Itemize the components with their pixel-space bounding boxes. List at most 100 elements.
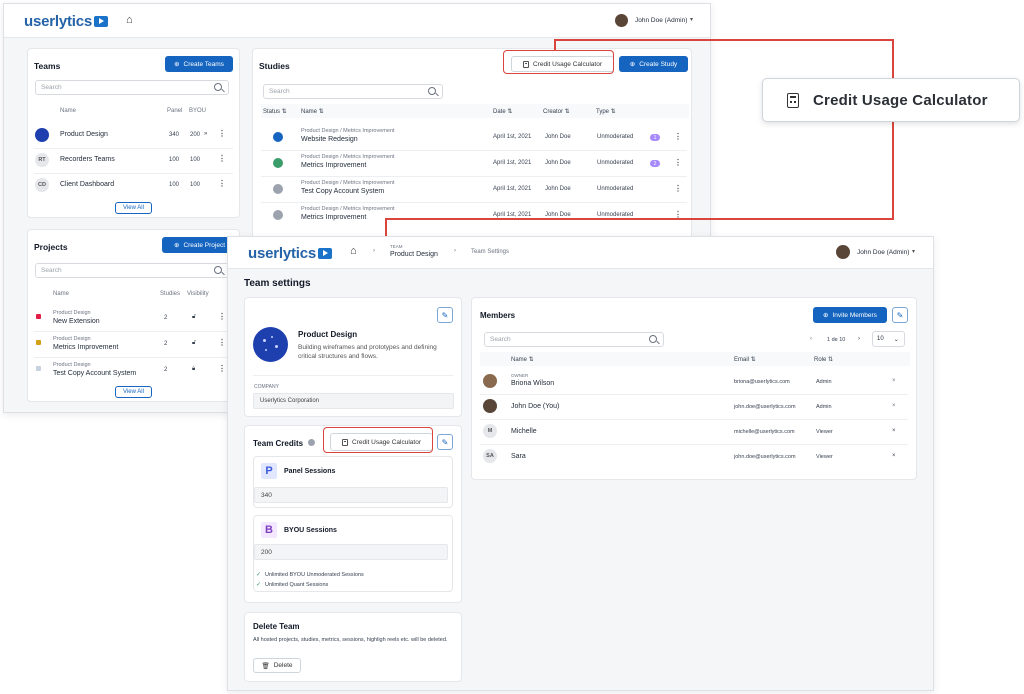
project-studies: 2 — [164, 315, 168, 321]
panel-sessions-field[interactable]: 340 — [254, 487, 448, 503]
byou-sessions-field[interactable]: 200 — [254, 544, 448, 560]
plus-circle-icon: ⊕ — [174, 61, 180, 68]
company-label: COMPANY — [254, 384, 279, 390]
close-icon[interactable]: × — [892, 403, 896, 409]
col-studies: Studies — [160, 291, 181, 297]
unlock-icon: 🔓︎ — [192, 314, 196, 320]
chevron-right-icon[interactable]: › — [858, 336, 860, 342]
userlytics-logo[interactable]: userlytics — [24, 13, 109, 30]
project-name[interactable]: Test Copy Account System — [53, 370, 136, 377]
more-icon[interactable]: ⋮ — [218, 129, 226, 138]
study-date: April 1st, 2021 — [493, 160, 532, 166]
projects-search-input[interactable]: Search — [35, 263, 229, 278]
study-type: Unmoderated — [597, 186, 634, 192]
study-name[interactable]: Test Copy Account System — [301, 188, 384, 195]
create-project-button[interactable]: ⊕ Create Project — [162, 237, 237, 253]
more-icon[interactable]: ⋮ — [218, 312, 226, 321]
col-email[interactable]: Email ⇅ — [734, 356, 756, 363]
close-icon[interactable]: × — [892, 428, 896, 434]
team-avatar — [35, 128, 49, 142]
avatar[interactable] — [615, 14, 628, 27]
pagination-label: 1 de 10 — [827, 337, 846, 343]
team-name[interactable]: Recorders Teams — [60, 156, 115, 163]
study-crumb: Product Design / Metrics Improvement — [301, 180, 395, 186]
owner-tag: OWNER — [511, 373, 529, 378]
study-name[interactable]: Website Redesign — [301, 136, 358, 143]
callout-label: Credit Usage Calculator — [813, 91, 988, 109]
more-icon[interactable]: ⋮ — [218, 338, 226, 347]
connector-line — [554, 39, 556, 50]
create-teams-button[interactable]: ⊕ Create Teams — [165, 56, 233, 72]
chevron-down-icon[interactable]: ▾ — [690, 16, 693, 23]
members-card: Members ⊕ Invite Members ✎ Search ‹ 1 de … — [471, 297, 917, 480]
search-icon — [214, 265, 222, 274]
page-size-select[interactable]: 10 ⌄ — [872, 331, 905, 347]
col-name: Name — [53, 291, 70, 297]
byou-check-1: Unlimited BYOU Unmoderated Sessions — [265, 572, 364, 578]
col-name[interactable]: Name ⇅ — [301, 108, 324, 115]
col-type[interactable]: Type ⇅ — [596, 108, 616, 115]
delete-button[interactable]: 🗑︎ Delete — [253, 658, 301, 673]
member-email: john.doe@userlytics.com — [734, 454, 796, 460]
view-all-projects-button[interactable]: View All — [115, 386, 152, 398]
user-menu-label[interactable]: John Doe (Admin) — [635, 17, 687, 24]
edit-pencil-icon[interactable]: ✎ — [437, 434, 453, 450]
byou-letter-icon: B — [261, 522, 277, 538]
edit-pencil-icon[interactable]: ✎ — [892, 307, 908, 323]
double-chevron-icon[interactable]: » — [204, 131, 207, 137]
chevron-down-icon[interactable]: ▾ — [912, 248, 915, 255]
info-icon[interactable] — [308, 439, 315, 446]
close-icon[interactable]: × — [892, 378, 896, 384]
front-window: userlytics ⌂ › TEAM Product Design › Tea… — [227, 236, 934, 691]
userlytics-logo[interactable]: userlytics — [248, 245, 333, 262]
connector-line — [892, 39, 894, 219]
more-icon[interactable]: ⋮ — [218, 364, 226, 373]
company-field[interactable]: Userlytics Corporation — [253, 393, 454, 409]
home-icon[interactable]: ⌂ — [126, 14, 133, 26]
more-icon[interactable]: ⋮ — [674, 132, 682, 141]
col-visibility: Visibility — [187, 291, 209, 297]
user-menu-label[interactable]: John Doe (Admin) — [857, 249, 909, 256]
plus-circle-icon: ⊕ — [823, 312, 829, 319]
member-name: Sara — [511, 453, 526, 460]
studies-search-input[interactable]: Search — [263, 84, 443, 99]
member-email: john.doe@userlytics.com — [734, 404, 796, 410]
team-description: Building wireframes and prototypes and d… — [298, 344, 437, 360]
status-complete-icon — [273, 132, 283, 142]
members-search-input[interactable]: Search — [484, 332, 664, 347]
col-name[interactable]: Name ⇅ — [511, 356, 534, 363]
col-creator[interactable]: Creator ⇅ — [543, 108, 570, 115]
teams-search-input[interactable]: Search — [35, 80, 229, 95]
more-icon[interactable]: ⋮ — [218, 154, 226, 163]
more-icon[interactable]: ⋮ — [674, 158, 682, 167]
more-icon[interactable]: ⋮ — [218, 179, 226, 188]
col-status[interactable]: Status ⇅ — [263, 108, 287, 115]
panel-sessions-card: P Panel Sessions 340 — [253, 456, 453, 508]
chevron-left-icon[interactable]: ‹ — [810, 336, 812, 342]
project-name[interactable]: New Extension — [53, 318, 100, 325]
connector-line — [554, 39, 894, 41]
close-icon[interactable]: × — [892, 453, 896, 459]
col-role[interactable]: Role ⇅ — [814, 356, 833, 363]
member-role: Viewer — [816, 429, 833, 435]
breadcrumb-team[interactable]: Product Design — [390, 251, 438, 258]
study-name[interactable]: Metrics Improvement — [301, 162, 366, 169]
team-name[interactable]: Client Dashboard — [60, 181, 114, 188]
home-icon[interactable]: ⌂ — [350, 245, 357, 257]
study-crumb: Product Design / Metrics Improvement — [301, 154, 395, 160]
study-name[interactable]: Metrics Improvement — [301, 214, 366, 221]
avatar[interactable] — [836, 245, 850, 259]
col-date[interactable]: Date ⇅ — [493, 108, 512, 115]
team-credits-title: Team Credits — [253, 439, 304, 448]
create-study-button[interactable]: ⊕ Create Study — [619, 56, 688, 72]
edit-pencil-icon[interactable]: ✎ — [437, 307, 453, 323]
team-avatar: CD — [35, 178, 49, 192]
more-icon[interactable]: ⋮ — [674, 184, 682, 193]
team-name[interactable]: Product Design — [60, 131, 108, 138]
project-color — [36, 340, 41, 345]
top-nav: userlytics ⌂ › TEAM Product Design › Tea… — [228, 237, 933, 269]
invite-members-button[interactable]: ⊕ Invite Members — [813, 307, 887, 323]
view-all-teams-button[interactable]: View All — [115, 202, 152, 214]
team-avatar: RT — [35, 153, 49, 167]
project-name[interactable]: Metrics Improvement — [53, 344, 118, 351]
